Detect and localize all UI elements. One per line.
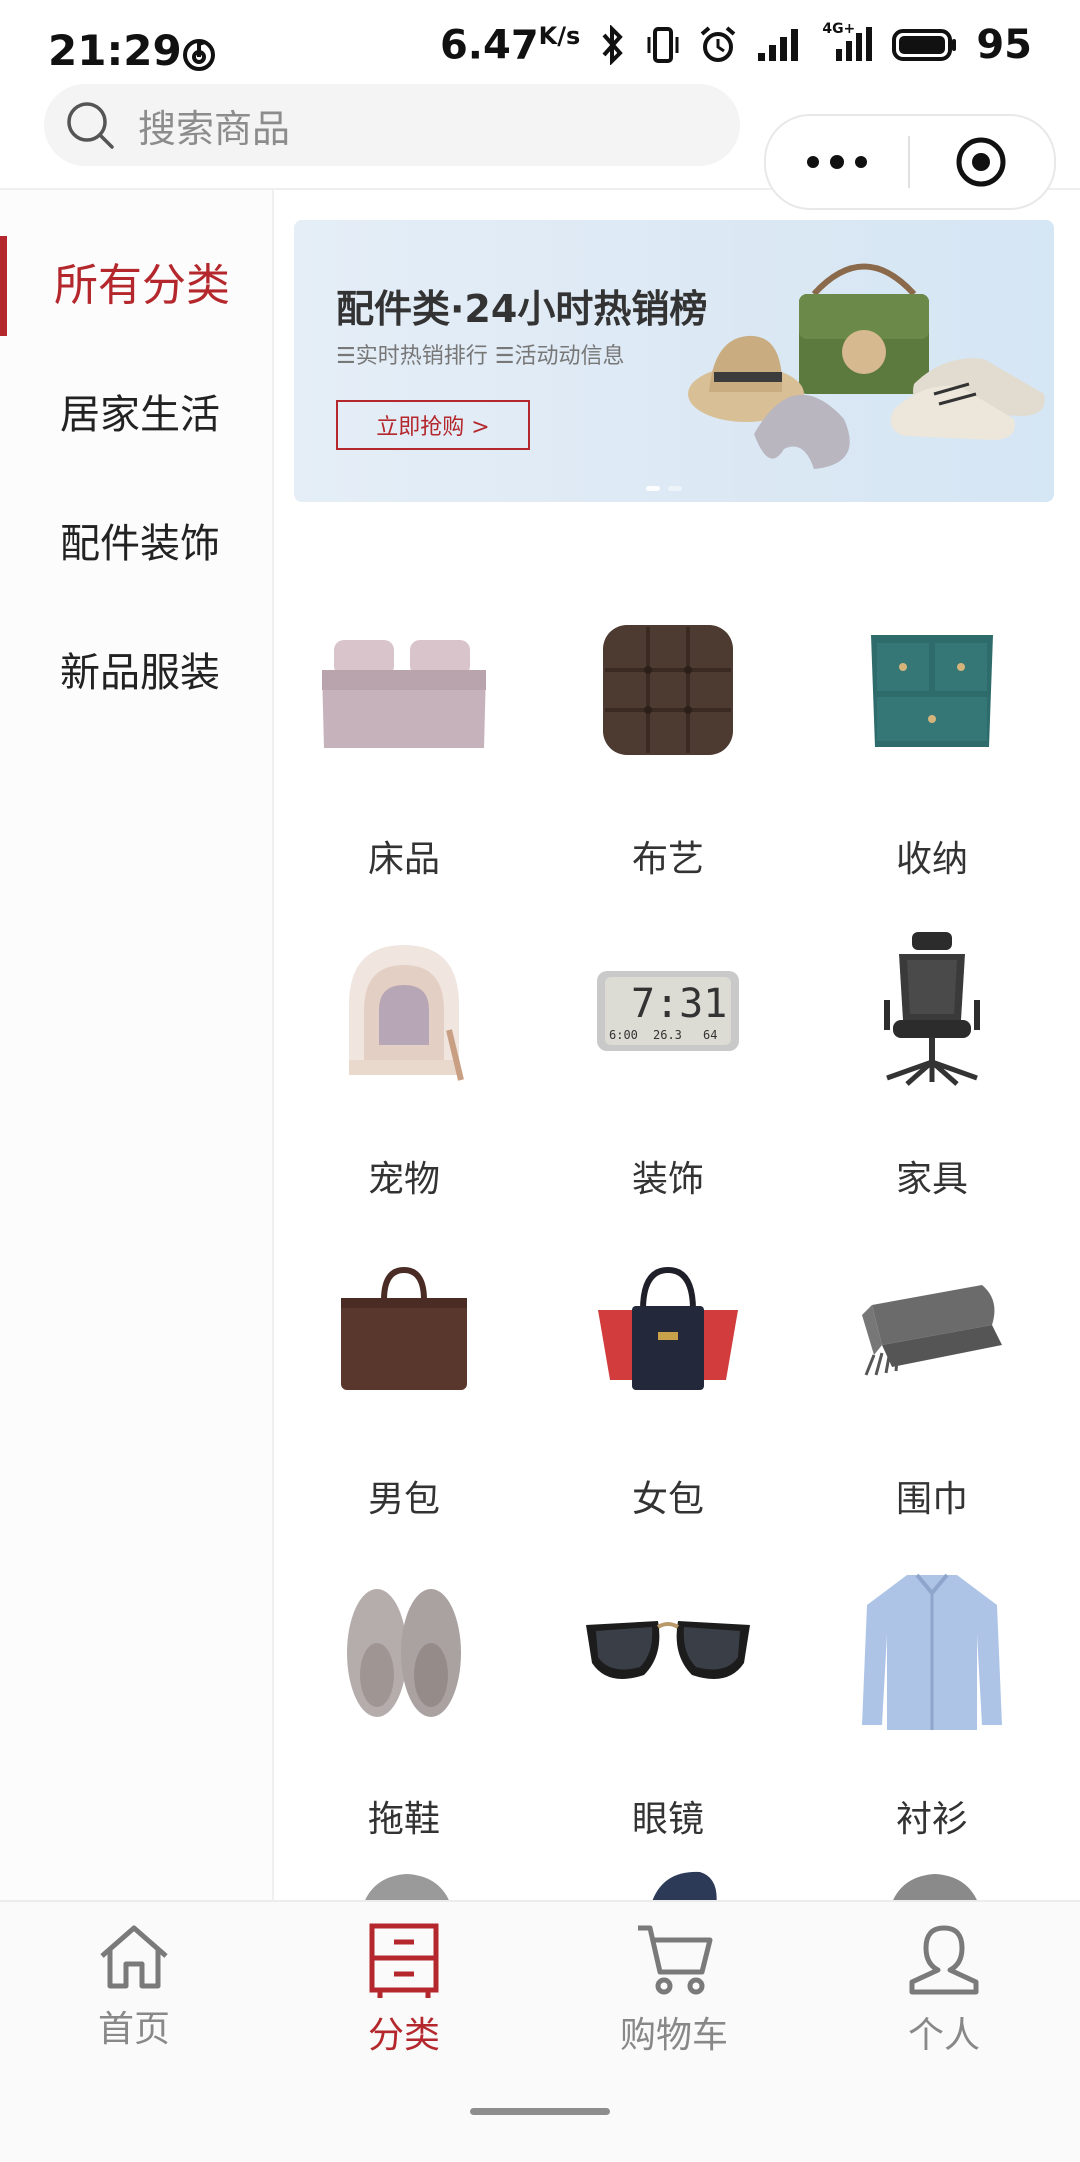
category-label: 家具	[895, 1159, 968, 1200]
category-item-fabric[interactable]: 布艺	[558, 600, 778, 900]
category-item-bedding[interactable]: 床品	[294, 600, 514, 900]
tab-label: 分类	[367, 2015, 440, 2056]
cushion-icon	[578, 600, 758, 780]
bottom-tab-bar: 首页 分类 购物车 个人	[0, 1900, 1080, 2162]
category-label: 拖鞋	[367, 1799, 440, 1840]
netease-music-icon	[183, 39, 215, 71]
category-item-mens-bags[interactable]: 男包	[294, 1240, 514, 1540]
sidebar-item-all[interactable]: 所有分类	[0, 236, 272, 336]
vibrate-icon	[647, 27, 679, 64]
sidebar-item-label: 所有分类	[54, 260, 230, 311]
home-icon	[100, 1925, 168, 1989]
battery-level: 95	[976, 22, 1032, 69]
more-dot-icon	[855, 156, 867, 168]
home-indicator[interactable]	[470, 2108, 610, 2115]
tab-home[interactable]: 首页	[34, 1922, 234, 2052]
sidebar-item-label: 配件装饰	[60, 521, 220, 567]
category-label: 床品	[367, 839, 440, 880]
more-button[interactable]	[766, 155, 908, 169]
cart-icon	[638, 1925, 713, 1995]
battery-icon	[892, 29, 957, 62]
tab-label: 个人	[907, 2015, 980, 2056]
office-chair-icon	[842, 920, 1022, 1100]
tab-profile[interactable]: 个人	[844, 1922, 1044, 2058]
tab-cart[interactable]: 购物车	[574, 1922, 774, 2058]
banner-title: 配件类·24小时热销榜	[336, 287, 708, 331]
signal-icon	[758, 29, 799, 62]
category-item-storage[interactable]: 收纳	[822, 600, 1042, 900]
svg-text:6:00: 6:00	[609, 1028, 638, 1042]
buy-now-button[interactable]: 立即抢购 >	[336, 400, 530, 450]
sidebar-item-label: 居家生活	[60, 392, 220, 438]
tab-category[interactable]: 分类	[304, 1922, 504, 2058]
pet-litter-box-icon	[314, 920, 494, 1100]
category-label: 男包	[367, 1479, 440, 1520]
category-label: 女包	[631, 1479, 704, 1520]
category-label: 衬衫	[895, 1799, 968, 1840]
category-label: 装饰	[631, 1159, 704, 1200]
svg-text:26.3: 26.3	[653, 1028, 682, 1042]
search-icon	[67, 102, 114, 149]
pager-dot	[668, 486, 682, 491]
scarf-icon	[842, 1240, 1022, 1420]
briefcase-icon	[314, 1240, 494, 1420]
category-item-furniture[interactable]: 家具	[822, 920, 1042, 1220]
category-label: 布艺	[631, 839, 704, 880]
category-item-glasses[interactable]: 眼镜	[558, 1560, 778, 1860]
category-item-shirts[interactable]: 衬衫	[822, 1560, 1042, 1860]
category-label: 宠物	[367, 1159, 440, 1200]
network-speed: 6.47K/s	[439, 22, 581, 69]
category-item-partial[interactable]	[352, 1868, 462, 1900]
digital-clock-icon: 7:31 6:00 26.3 64	[578, 920, 758, 1100]
category-label: 眼镜	[631, 1799, 704, 1840]
banner-subtitle: ☰实时热销排行 ☰活动动信息	[336, 344, 625, 369]
handbag-icon	[578, 1240, 758, 1420]
sidebar-item-label: 新品服装	[60, 650, 220, 696]
slippers-icon	[314, 1560, 494, 1740]
category-sidebar: 所有分类 居家生活 配件装饰 新品服装	[0, 190, 274, 1900]
category-item-decor[interactable]: 7:31 6:00 26.3 64 装饰	[558, 920, 778, 1220]
tab-label: 购物车	[619, 2015, 728, 2056]
alarm-icon	[701, 26, 736, 63]
header: 搜索商品	[0, 84, 1080, 210]
banner-products-illustration	[688, 263, 1045, 469]
sidebar-item-new-clothing[interactable]: 新品服装	[0, 624, 272, 714]
more-dot-icon	[807, 156, 819, 168]
miniprogram-capsule	[764, 114, 1056, 210]
promo-banner[interactable]: 配件类·24小时热销榜 ☰实时热销排行 ☰活动动信息 立即抢购 >	[294, 220, 1054, 502]
svg-text:7:31: 7:31	[631, 981, 727, 1027]
category-item-pets[interactable]: 宠物	[294, 920, 514, 1220]
sidebar-item-home-living[interactable]: 居家生活	[0, 366, 272, 456]
close-miniprogram-button[interactable]	[910, 134, 1052, 190]
shirt-icon	[842, 1560, 1022, 1740]
person-icon	[909, 1925, 979, 1995]
more-dot-icon	[830, 155, 844, 169]
category-label: 收纳	[895, 839, 968, 880]
target-icon	[956, 137, 1006, 187]
bed-icon	[314, 600, 494, 780]
category-label: 围巾	[895, 1479, 968, 1520]
category-item-slippers[interactable]: 拖鞋	[294, 1560, 514, 1860]
search-bar[interactable]: 搜索商品	[44, 84, 740, 166]
category-item-partial[interactable]	[630, 1868, 740, 1900]
category-item-partial[interactable]	[880, 1868, 990, 1900]
banner-pager	[646, 486, 682, 491]
pager-dot	[646, 486, 660, 491]
bluetooth-icon	[602, 25, 624, 66]
drawer-cabinet-icon	[842, 600, 1022, 780]
category-icon	[369, 1923, 439, 1998]
svg-text:64: 64	[703, 1028, 717, 1042]
sunglasses-icon	[578, 1560, 758, 1740]
sidebar-item-accessories[interactable]: 配件装饰	[0, 495, 272, 585]
tab-label: 首页	[97, 2009, 170, 2050]
signal-4g-icon: 4G+	[822, 21, 874, 63]
search-placeholder: 搜索商品	[138, 106, 291, 151]
status-time: 21:29	[48, 26, 182, 75]
status-indicators: 6.47K/s 4G+ 95	[439, 21, 1032, 69]
status-bar: 21:29 6.47K/s 4G+ 95	[0, 0, 1080, 84]
category-item-womens-bags[interactable]: 女包	[558, 1240, 778, 1540]
category-item-scarves[interactable]: 围巾	[822, 1240, 1042, 1540]
